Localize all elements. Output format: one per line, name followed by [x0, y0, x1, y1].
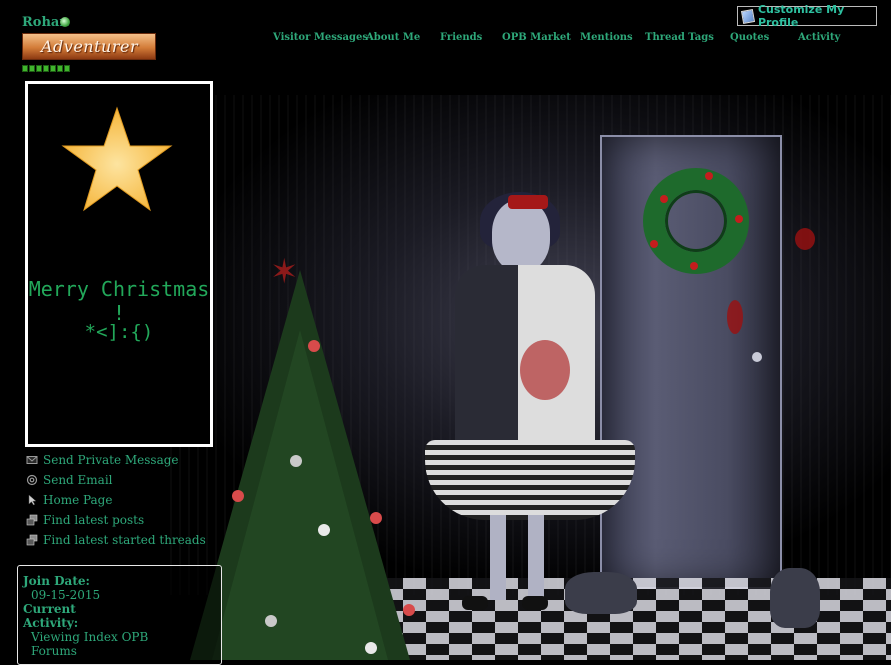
- current-activity-label: Current: [23, 602, 76, 616]
- posts-icon: [26, 514, 38, 526]
- join-date-value: 09-15-2015: [31, 588, 101, 602]
- profile-info-box: Join Date: 09-15-2015 Current Activity: …: [17, 565, 222, 665]
- find-latest-threads-link[interactable]: Find latest started threads: [26, 530, 206, 550]
- edit-icon: [740, 8, 755, 24]
- contact-label: Find latest started threads: [43, 533, 206, 547]
- send-email-link[interactable]: Send Email: [26, 470, 206, 490]
- current-activity-value: Viewing Index OPB: [31, 630, 149, 644]
- avatar-emoticon: *<]:{): [84, 321, 154, 343]
- reputation-pip: [29, 65, 35, 72]
- home-page-link[interactable]: Home Page: [26, 490, 206, 510]
- reputation-pip: [50, 65, 56, 72]
- reputation-pip: [36, 65, 42, 72]
- find-latest-posts-link[interactable]: Find latest posts: [26, 510, 206, 530]
- contact-label: Send Email: [43, 473, 113, 487]
- tab-activity[interactable]: Activity: [798, 32, 840, 43]
- tab-friends[interactable]: Friends: [440, 32, 482, 43]
- at-icon: [26, 474, 38, 486]
- avatar: Merry Christmas ! *<]:{): [25, 81, 213, 447]
- profile-tabs: Visitor Messages About Me Friends OPB Ma…: [0, 32, 891, 46]
- reputation-pip: [64, 65, 70, 72]
- tab-opb-market[interactable]: OPB Market: [502, 32, 571, 43]
- threads-icon: [26, 534, 38, 546]
- reputation-pip: [43, 65, 49, 72]
- tab-quotes[interactable]: Quotes: [730, 32, 769, 43]
- contact-label: Home Page: [43, 493, 113, 507]
- avatar-greeting: Merry Christmas !: [28, 277, 210, 325]
- join-date-label: Join Date:: [23, 574, 90, 588]
- customize-profile-button[interactable]: Customize My Profile: [737, 3, 877, 29]
- customize-profile-label: Customize My Profile: [757, 3, 845, 29]
- envelope-icon: [26, 456, 38, 464]
- tab-visitor-messages[interactable]: Visitor Messages: [273, 32, 368, 43]
- contact-links: Send Private Message Send Email Home Pag…: [26, 450, 206, 550]
- send-private-message-link[interactable]: Send Private Message: [26, 450, 206, 470]
- tab-about-me[interactable]: About Me: [366, 32, 420, 43]
- tab-mentions[interactable]: Mentions: [580, 32, 633, 43]
- reputation-bar: [22, 65, 70, 72]
- online-status-icon: [60, 17, 70, 27]
- cursor-icon: [28, 494, 37, 506]
- reputation-pip: [22, 65, 28, 72]
- reputation-pip: [57, 65, 63, 72]
- contact-label: Find latest posts: [43, 513, 145, 527]
- current-activity-label-cont: Activity:: [23, 616, 79, 630]
- tab-thread-tags[interactable]: Thread Tags: [645, 32, 714, 43]
- contact-label: Send Private Message: [43, 453, 179, 467]
- current-activity-value-cont: Forums: [31, 644, 77, 658]
- star-icon: [61, 106, 173, 212]
